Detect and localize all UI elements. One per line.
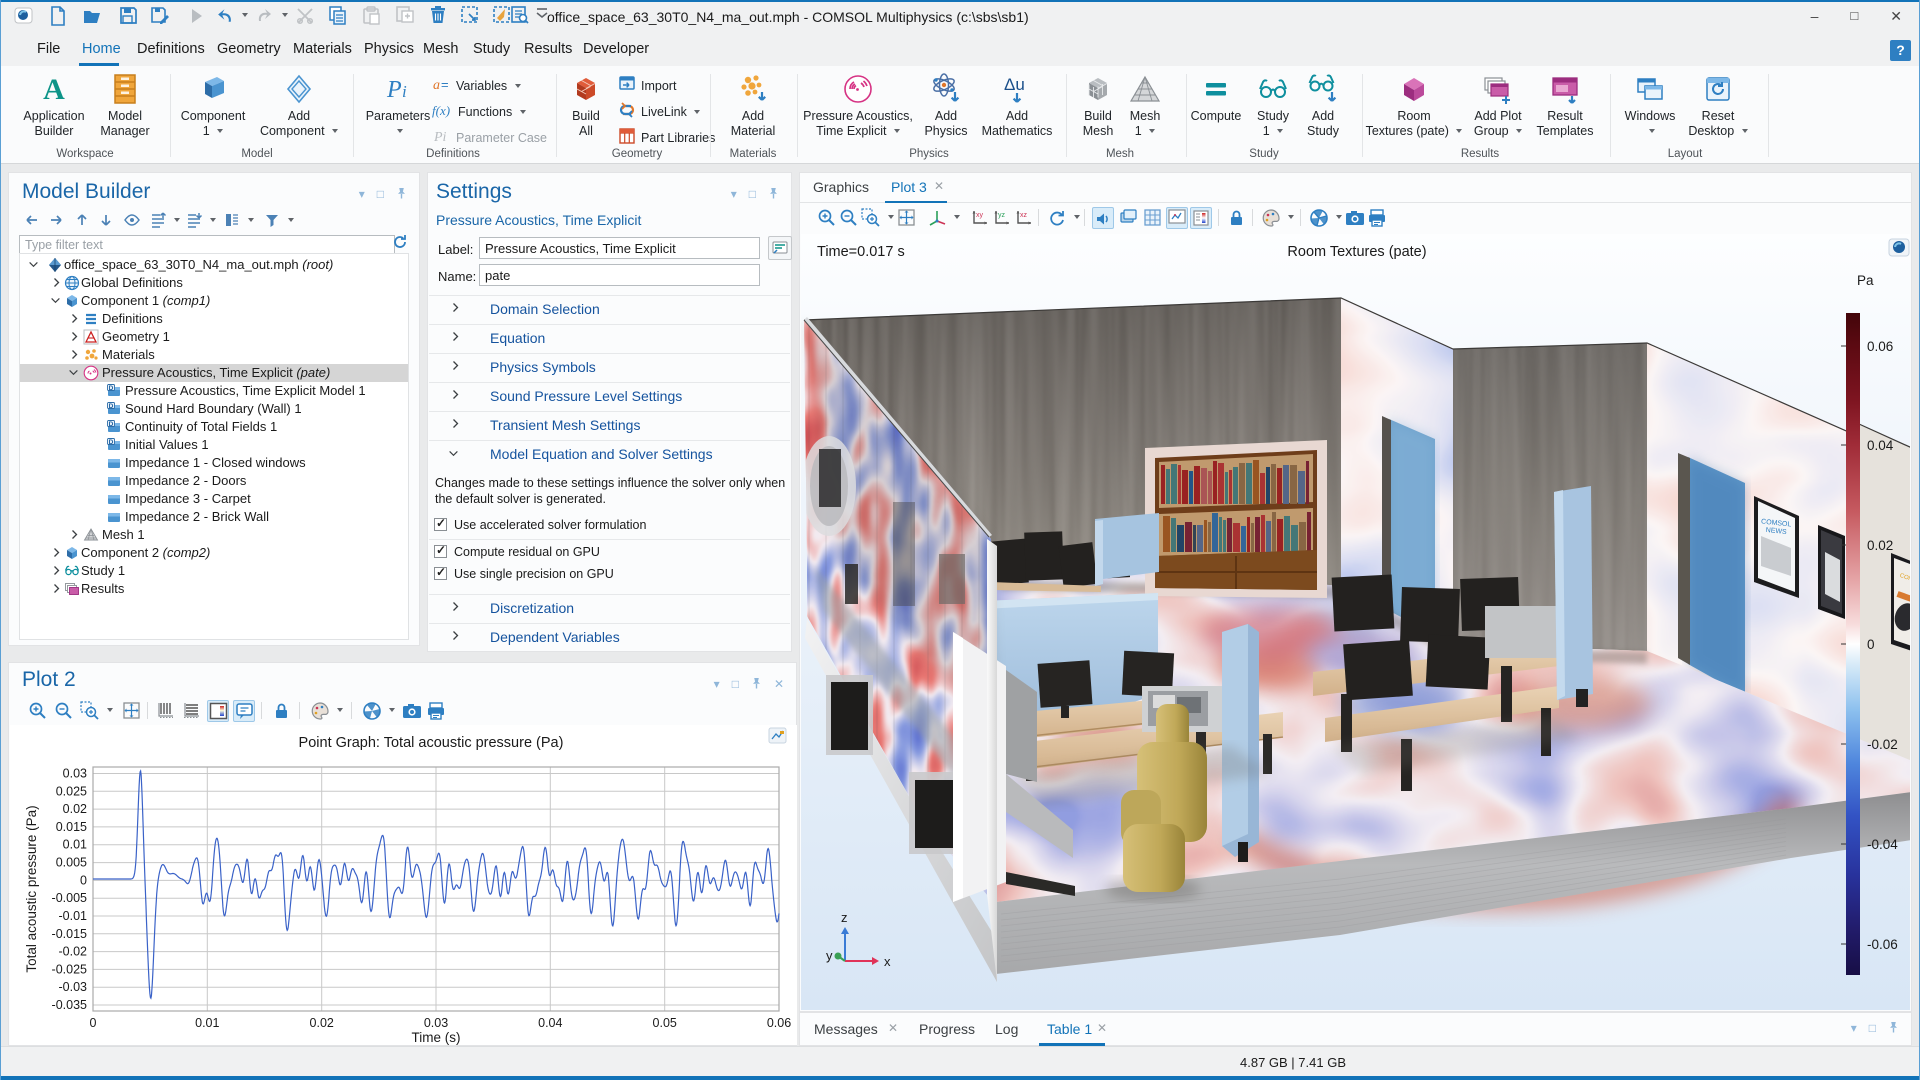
svg-text:a: a: [433, 78, 440, 93]
svg-text:Point Graph: Total acoustic pr: Point Graph: Total acoustic pressure (Pa…: [299, 735, 564, 751]
svg-text:D: D: [109, 385, 114, 392]
svg-text:0.02: 0.02: [310, 1016, 334, 1030]
svg-text:-0.005: -0.005: [52, 891, 87, 905]
svg-text:-0.02: -0.02: [1867, 737, 1898, 752]
svg-text:0.05: 0.05: [653, 1016, 677, 1030]
svg-text:-0.025: -0.025: [52, 962, 87, 976]
svg-text:0.005: 0.005: [56, 856, 87, 870]
svg-text:Total acoustic pressure (Pa): Total acoustic pressure (Pa): [24, 805, 39, 972]
svg-text:-0.015: -0.015: [52, 927, 87, 941]
svg-text:0.06: 0.06: [1867, 339, 1893, 354]
svg-text:Time (s): Time (s): [412, 1030, 461, 1045]
svg-text:-0.06: -0.06: [1867, 937, 1898, 952]
svg-text:y: y: [826, 948, 833, 963]
svg-text:0: 0: [90, 1016, 97, 1030]
svg-text:Δu: Δu: [1004, 75, 1025, 94]
svg-text:0.01: 0.01: [63, 838, 87, 852]
svg-text:A: A: [43, 73, 65, 106]
svg-text:Pi: Pi: [433, 130, 447, 145]
svg-text:-0.01: -0.01: [59, 909, 88, 923]
svg-text:0: 0: [1867, 637, 1875, 652]
svg-text:0: 0: [80, 873, 87, 887]
svg-text:Room Textures (pate): Room Textures (pate): [1287, 244, 1426, 260]
svg-text:-0.035: -0.035: [52, 998, 87, 1012]
svg-text:Time=0.017 s: Time=0.017 s: [817, 244, 905, 260]
svg-text:0.02: 0.02: [1867, 538, 1893, 553]
svg-text:xz: xz: [1020, 212, 1028, 219]
svg-text:D: D: [109, 421, 114, 428]
svg-text:0.03: 0.03: [63, 767, 87, 781]
svg-text:0.04: 0.04: [538, 1016, 562, 1030]
svg-text:=: =: [441, 77, 449, 92]
svg-text:0.04: 0.04: [1867, 438, 1894, 453]
svg-text:0.015: 0.015: [56, 820, 87, 834]
svg-text:x: x: [884, 954, 891, 969]
svg-text:-0.04: -0.04: [1867, 837, 1898, 852]
svg-text:z: z: [841, 910, 848, 925]
svg-text:0.02: 0.02: [63, 802, 87, 816]
svg-text:P: P: [386, 77, 402, 103]
svg-text:D: D: [109, 403, 114, 410]
svg-text:f(x): f(x): [432, 103, 450, 118]
svg-text:-0.03: -0.03: [59, 980, 88, 994]
svg-text:-0.02: -0.02: [59, 945, 88, 959]
svg-text:xy: xy: [976, 212, 984, 219]
svg-text:0.06: 0.06: [767, 1016, 791, 1030]
svg-text:Pa: Pa: [1857, 273, 1874, 288]
svg-text:D: D: [109, 439, 114, 446]
svg-text:0.03: 0.03: [424, 1016, 448, 1030]
svg-text:yz: yz: [998, 212, 1006, 219]
svg-text:0.01: 0.01: [195, 1016, 219, 1030]
svg-text:0.025: 0.025: [56, 784, 87, 798]
svg-text:i: i: [402, 82, 407, 101]
